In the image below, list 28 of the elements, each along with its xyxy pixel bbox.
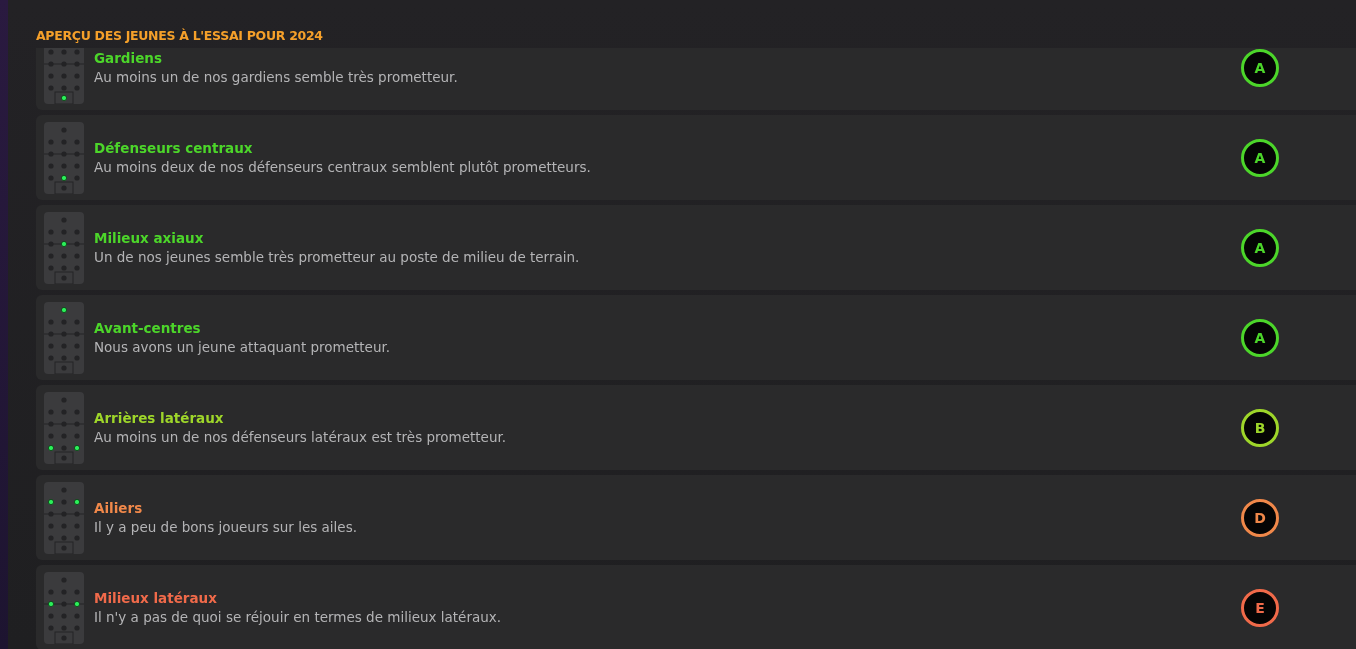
pitch-icon <box>44 481 84 554</box>
pitch-icon <box>44 121 84 194</box>
pitch-icon <box>44 211 84 284</box>
scout-comment: Il n'y a pas de quoi se réjouir en termes de milieux latéraux. <box>94 609 503 625</box>
grade-badge: A <box>1241 318 1279 357</box>
scout-comment: Au moins un de nos gardiens semble très prometteur. <box>94 69 459 85</box>
position-name: Arrières latéraux <box>94 410 225 426</box>
pitch-icon <box>44 301 84 374</box>
grade-badge: D <box>1241 498 1279 537</box>
pitch-icon <box>44 391 84 464</box>
section-title: APERÇU DES JEUNES À L'ESSAI POUR 2024 <box>36 28 323 43</box>
grade-badge: E <box>1241 588 1279 627</box>
position-name: Ailiers <box>94 500 144 516</box>
grade-badge: B <box>1241 408 1279 447</box>
scout-comment: Nous avons un jeune attaquant prometteur. <box>94 339 392 355</box>
position-name: Milieux axiaux <box>94 230 205 246</box>
grade-badge: A <box>1241 138 1279 177</box>
grade-badge: A <box>1241 48 1279 87</box>
position-name: Milieux latéraux <box>94 590 218 606</box>
position-name: Avant-centres <box>94 320 202 336</box>
pitch-icon <box>44 571 84 644</box>
position-name: Défenseurs centraux <box>94 140 254 156</box>
grade-badge: A <box>1241 228 1279 267</box>
position-name: Gardiens <box>94 50 163 66</box>
scout-comment: Il y a peu de bons joueurs sur les ailes. <box>94 519 358 535</box>
scout-comment: Au moins un de nos défenseurs latéraux est très prometteur. <box>94 429 508 445</box>
scout-comment: Au moins deux de nos défenseurs centraux semblent plutôt prometteurs. <box>94 159 592 175</box>
scout-comment: Un de nos jeunes semble très prometteur au poste de milieu de terrain. <box>94 249 581 265</box>
